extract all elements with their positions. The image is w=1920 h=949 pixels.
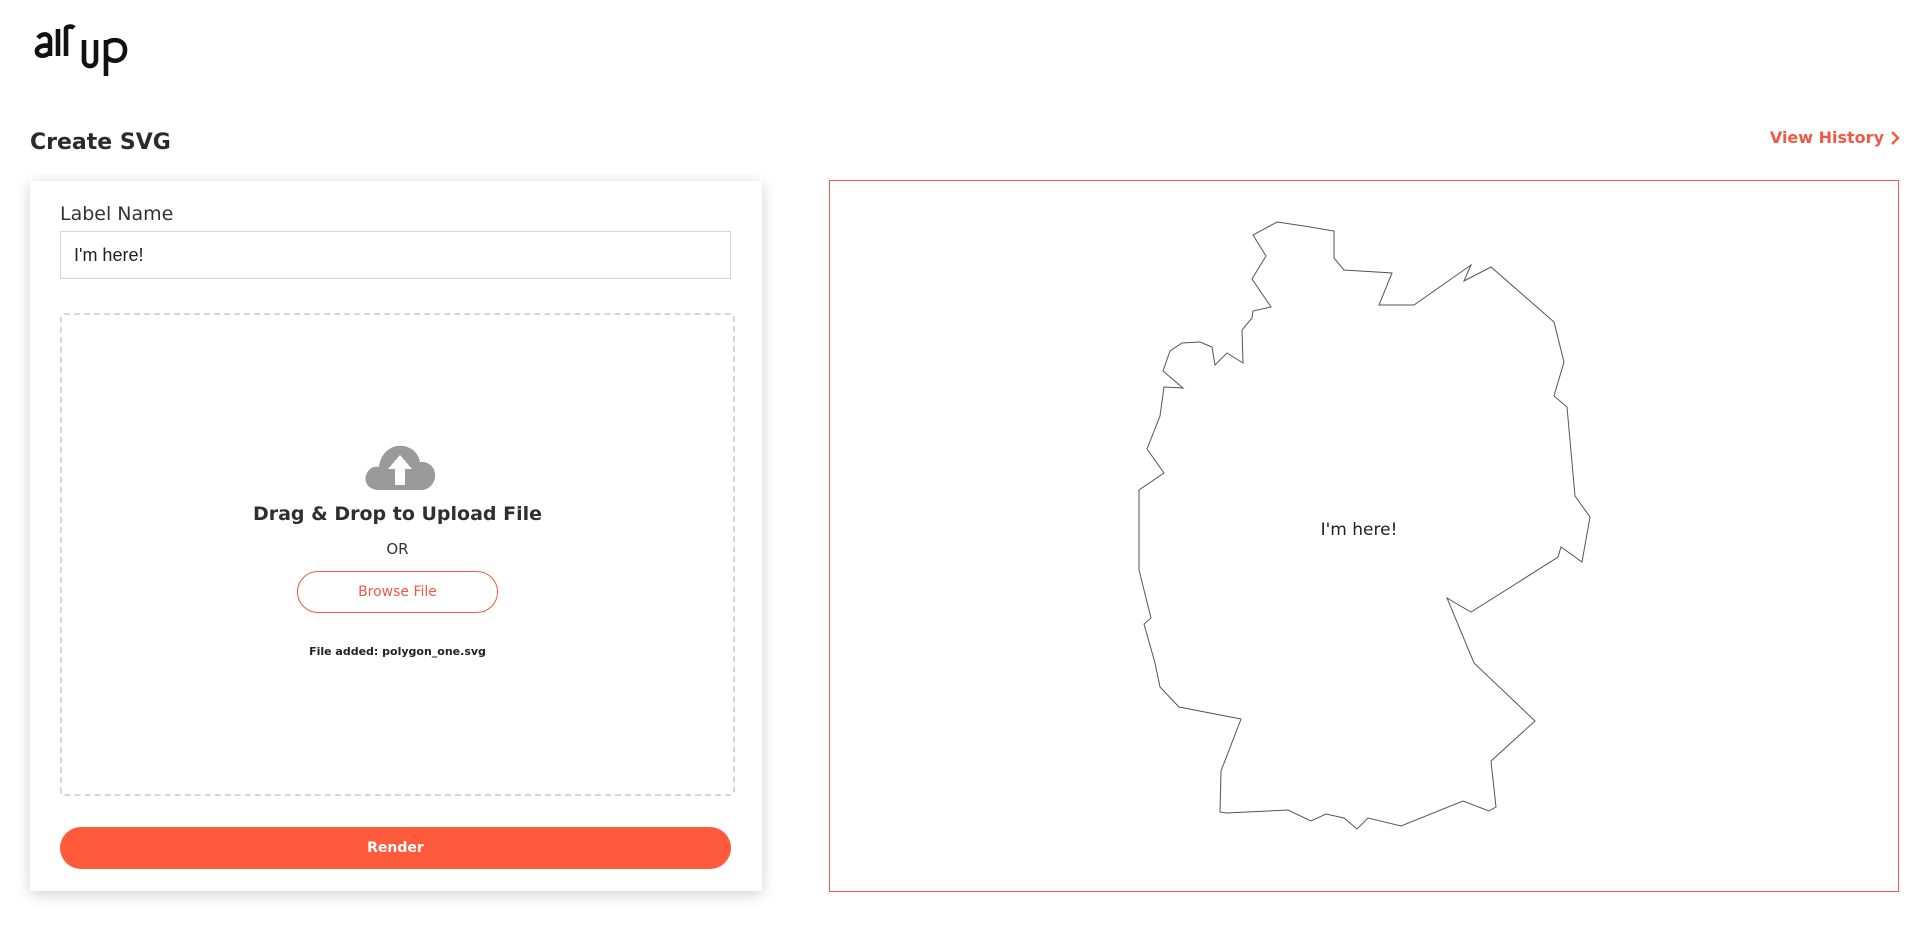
svg-preview-panel: I'm here! (829, 180, 1899, 892)
label-name-caption: Label Name (60, 203, 174, 225)
view-history-label: View History (1769, 128, 1884, 147)
file-added-status: File added: polygon_one.svg (309, 645, 486, 658)
create-svg-form-card: Label Name Drag & Drop to Upload File OR… (30, 181, 762, 891)
page-title: Create SVG (30, 130, 171, 155)
browse-file-button[interactable]: Browse File (297, 571, 498, 613)
chevron-right-icon (1891, 130, 1900, 145)
svg-preview-canvas: I'm here! (1138, 221, 1591, 830)
label-name-input[interactable] (60, 231, 731, 279)
dropzone-or-text: OR (386, 540, 409, 558)
preview-label-text: I'm here! (1321, 520, 1398, 540)
airup-logo (34, 24, 128, 76)
view-history-link[interactable]: View History (1770, 128, 1900, 147)
dropzone-title: Drag & Drop to Upload File (252, 503, 543, 525)
render-button[interactable]: Render (60, 827, 731, 869)
file-dropzone[interactable]: Drag & Drop to Upload File OR Browse Fil… (60, 313, 735, 796)
cloud-upload-icon (365, 445, 436, 490)
